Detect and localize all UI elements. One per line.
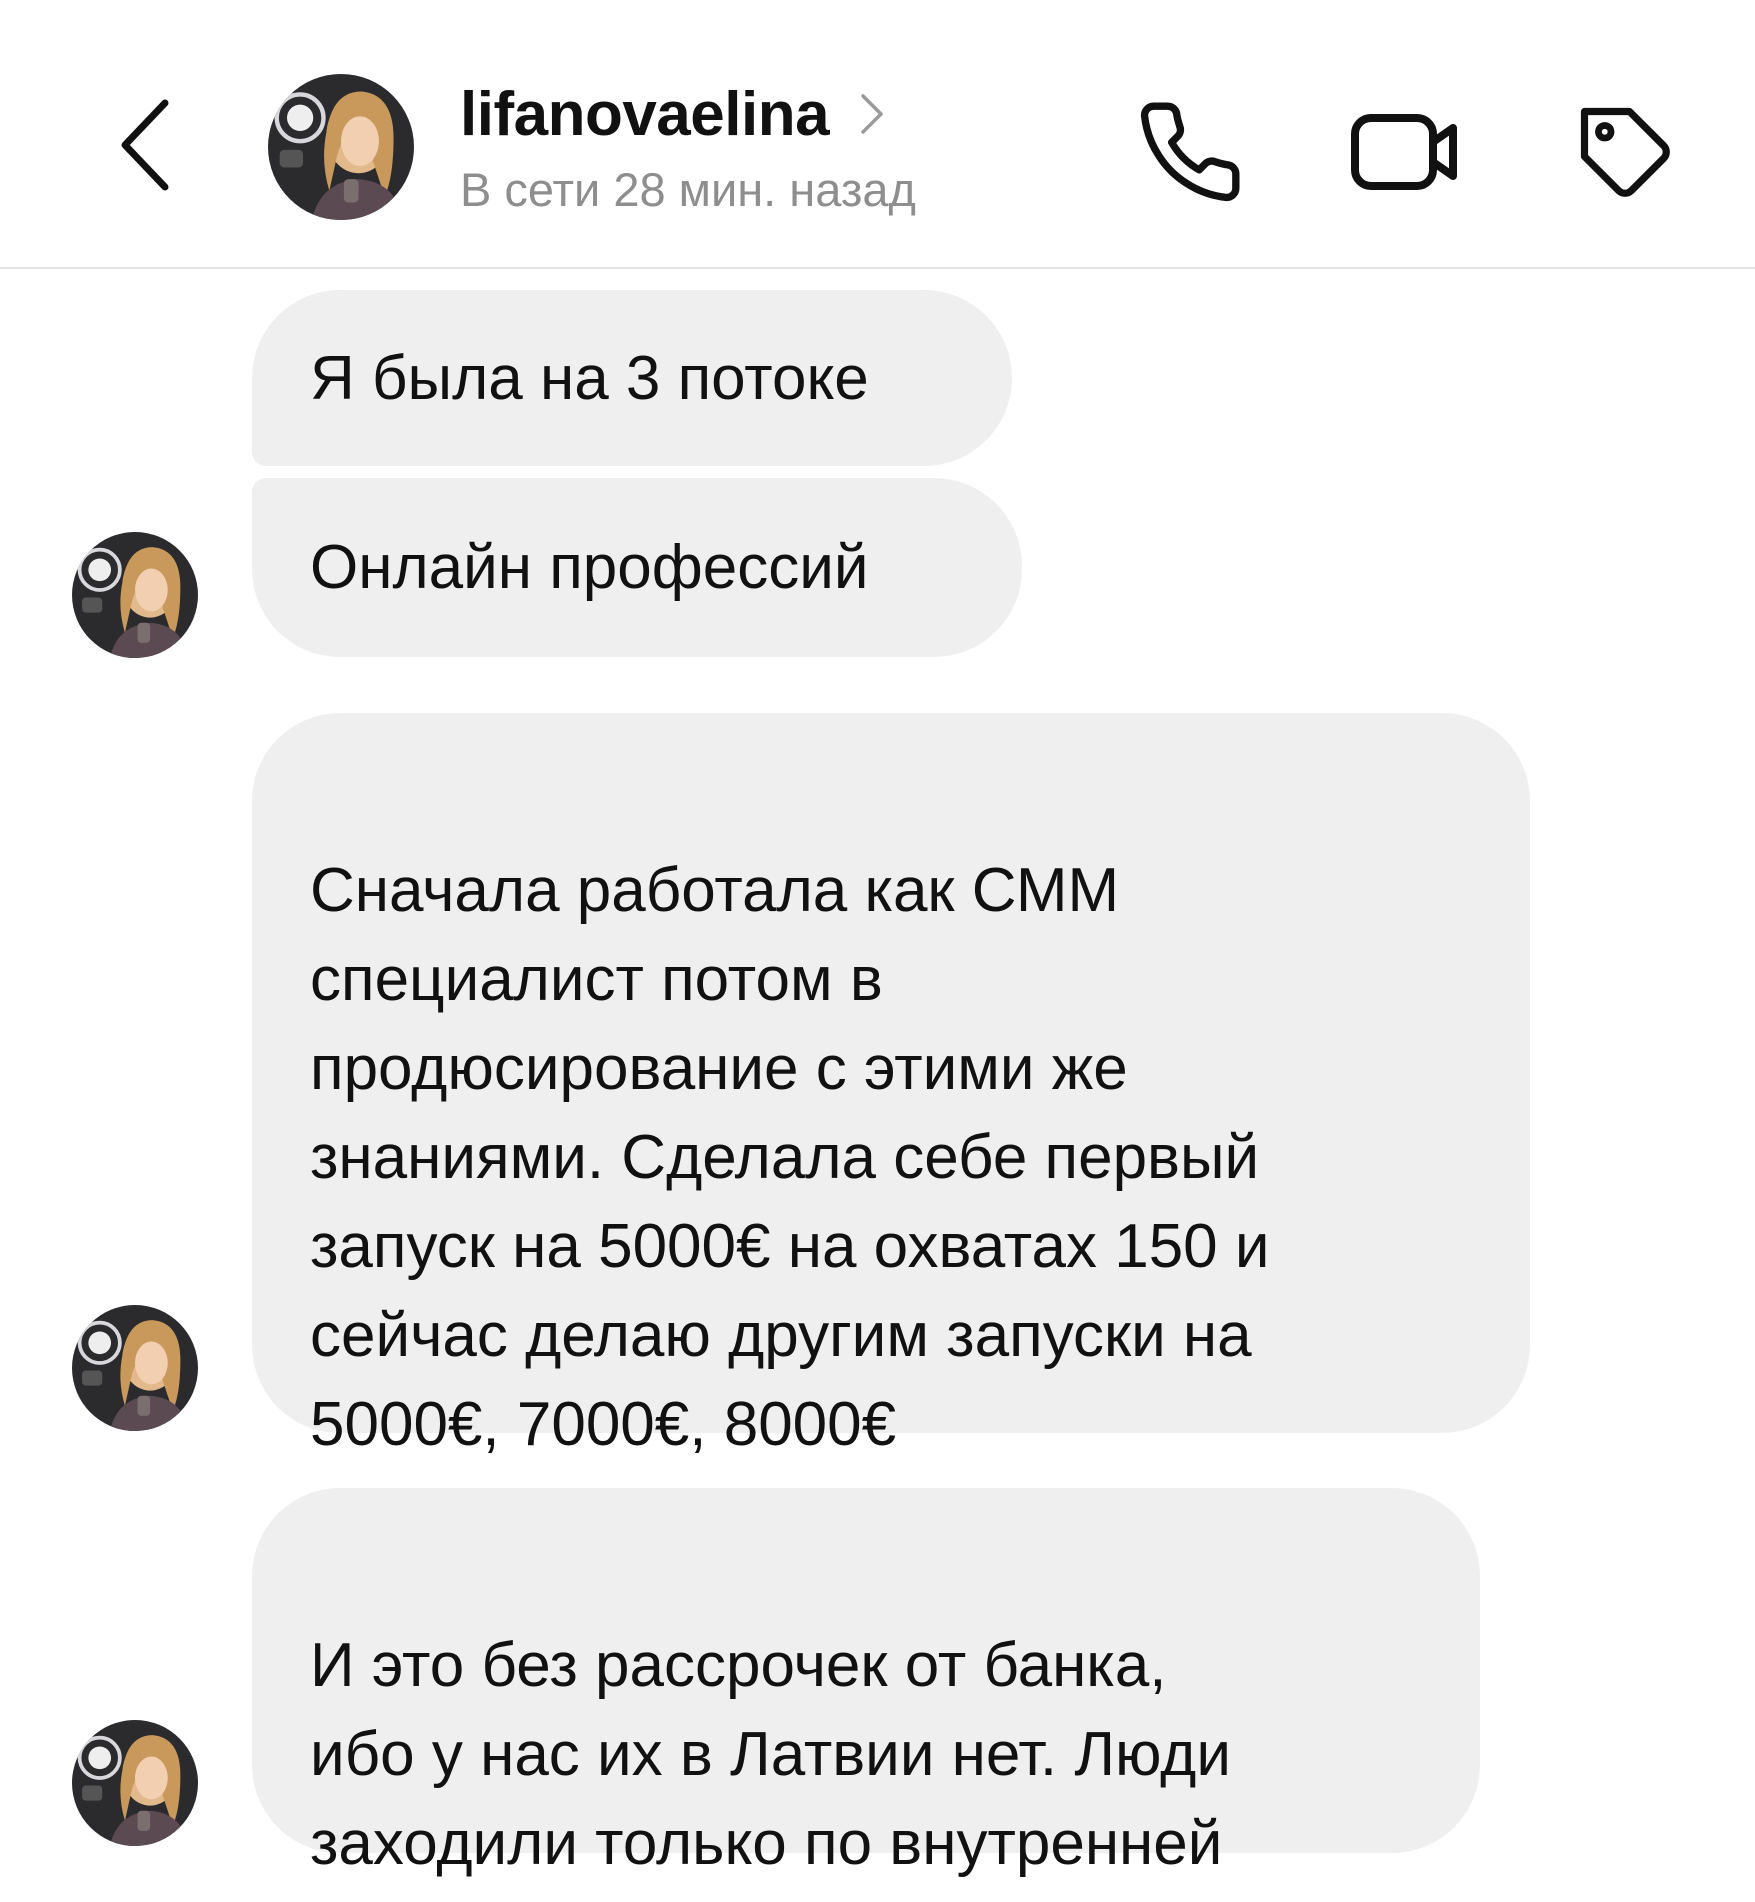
sender-avatar[interactable] bbox=[72, 1720, 198, 1846]
message-text: Я была на 3 потоке bbox=[310, 343, 869, 413]
message-bubble[interactable]: Сначала работала как СММ специалист пото… bbox=[252, 713, 1530, 1459]
message-bubble[interactable]: И это без рассрочек от банка, ибо у нас … bbox=[252, 1488, 1480, 1878]
message-text: Сначала работала как СММ специалист пото… bbox=[310, 856, 1270, 1459]
back-button[interactable] bbox=[110, 95, 180, 195]
message-bubble[interactable]: Я была на 3 потоке bbox=[252, 290, 1012, 466]
call-button[interactable] bbox=[1130, 92, 1250, 212]
sender-avatar[interactable] bbox=[72, 532, 198, 658]
chevron-right-icon bbox=[859, 92, 885, 136]
chevron-left-icon bbox=[121, 99, 169, 191]
sender-avatar[interactable] bbox=[72, 1305, 198, 1431]
video-call-button[interactable] bbox=[1345, 92, 1465, 212]
tag-button[interactable] bbox=[1565, 92, 1685, 212]
phone-icon bbox=[1140, 102, 1240, 202]
online-status: В сети 28 мин. назад bbox=[460, 163, 916, 216]
contact-username: lifanovaelina bbox=[460, 79, 830, 149]
header-avatar[interactable] bbox=[268, 74, 414, 220]
message-text: Онлайн профессий bbox=[310, 533, 869, 602]
message-text: И это без рассрочек от банка, ибо у нас … bbox=[310, 1631, 1231, 1878]
chat-header: lifanovaelina В сети 28 мин. назад bbox=[0, 0, 1755, 269]
message-bubble[interactable]: Онлайн профессий bbox=[252, 478, 1022, 657]
video-camera-icon bbox=[1351, 114, 1457, 190]
contact-info[interactable]: lifanovaelina В сети 28 мин. назад bbox=[460, 78, 916, 217]
tag-icon bbox=[1580, 107, 1670, 197]
